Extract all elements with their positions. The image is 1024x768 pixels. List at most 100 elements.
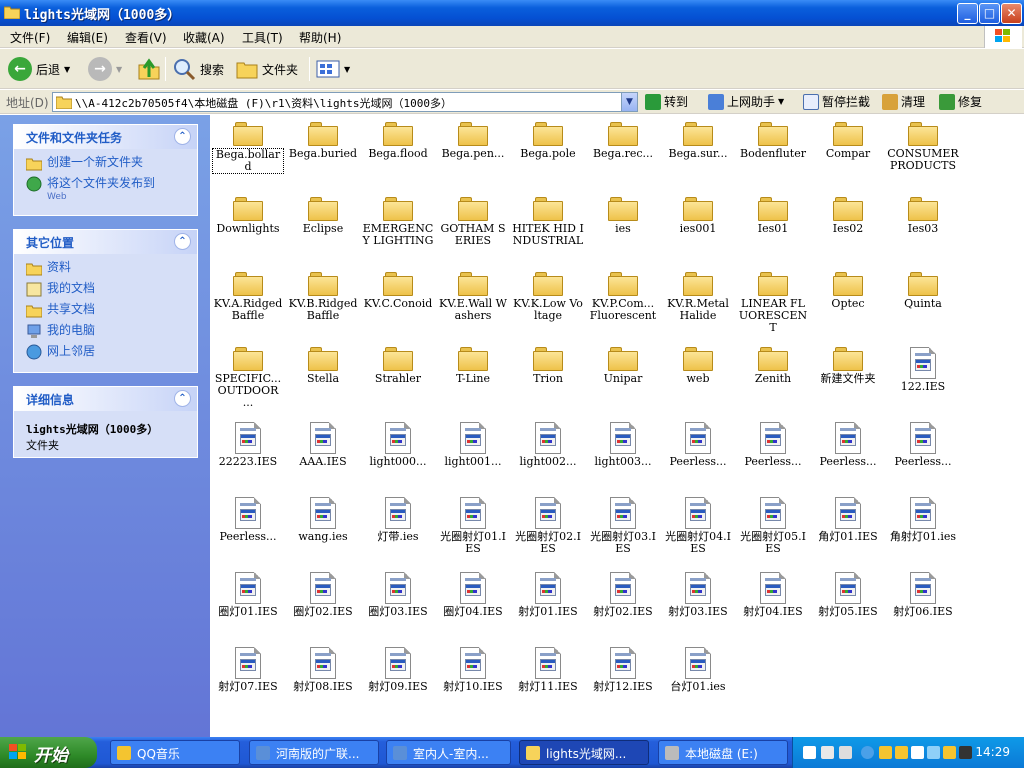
folder-item[interactable]: Bega.sur... xyxy=(662,122,734,160)
ies-file-item[interactable]: 射灯04.IES xyxy=(737,572,809,618)
other-places-header[interactable]: 其它位置 ⌃ xyxy=(14,230,197,254)
address-input[interactable]: \\A-412c2b70505f4\本地磁盘 (F)\r1\资料\lights光… xyxy=(52,92,638,112)
place-my-computer[interactable]: 我的电脑 xyxy=(26,323,189,339)
qq-icon-2[interactable] xyxy=(895,746,908,759)
ies-file-item[interactable]: 射灯09.IES xyxy=(362,647,434,693)
folder-item[interactable]: Downlights xyxy=(212,197,284,235)
taskbar-button[interactable]: lights光域网... xyxy=(519,740,649,765)
folder-item[interactable]: CONSUMER PRODUCTS xyxy=(887,122,959,172)
ies-file-item[interactable]: wang.ies xyxy=(287,497,359,543)
ies-file-item[interactable]: 灯带.ies xyxy=(362,497,434,543)
ies-file-item[interactable]: 角灯01.IES xyxy=(812,497,884,543)
menu-tools[interactable]: 工具(T) xyxy=(242,29,283,46)
folder-item[interactable]: Bega.bollard xyxy=(212,122,284,174)
folder-item[interactable]: KV.A.Ridged Baffle xyxy=(212,272,284,322)
ies-file-item[interactable]: light003... xyxy=(587,422,659,468)
ies-file-item[interactable]: 射灯03.IES xyxy=(662,572,734,618)
ies-file-item[interactable]: light000... xyxy=(362,422,434,468)
folder-item[interactable]: SPECIFIC... OUTDOOR ... xyxy=(212,347,284,409)
folder-item[interactable]: Ies01 xyxy=(737,197,809,235)
ies-file-item[interactable]: 角射灯01.ies xyxy=(887,497,959,543)
ies-file-item[interactable]: Peerless... xyxy=(212,497,284,543)
taskbar-button[interactable]: 河南版的广联... xyxy=(249,740,379,765)
views-button[interactable]: ▼ xyxy=(316,55,350,83)
new-folder-link[interactable]: 创建一个新文件夹 xyxy=(26,155,189,171)
keyboard-icon[interactable] xyxy=(803,746,816,759)
ies-file-item[interactable]: 射灯11.IES xyxy=(512,647,584,693)
folder-item[interactable]: KV.C.Conoid xyxy=(362,272,434,310)
ies-file-item[interactable]: 射灯10.IES xyxy=(437,647,509,693)
repair-button[interactable]: 修复 xyxy=(939,93,982,110)
folder-item[interactable]: ies001 xyxy=(662,197,734,235)
folder-item[interactable]: web xyxy=(662,347,734,385)
place-network[interactable]: 网上邻居 xyxy=(26,344,189,360)
folder-item[interactable]: HITEK HID INDUSTRIAL xyxy=(512,197,584,247)
folder-item[interactable]: Bega.rec... xyxy=(587,122,659,160)
menu-file[interactable]: 文件(F) xyxy=(10,29,50,46)
internet-helper-button[interactable]: 上网助手 ▼ xyxy=(708,93,784,110)
ies-file-item[interactable]: 圈灯01.IES xyxy=(212,572,284,618)
ies-file-item[interactable]: 射灯07.IES xyxy=(212,647,284,693)
back-button[interactable]: ← 后退 ▼ xyxy=(8,55,70,83)
folder-item[interactable]: 新建文件夹 xyxy=(812,347,884,385)
folder-item[interactable]: KV.B.Ridged Baffle xyxy=(287,272,359,322)
menu-favorites[interactable]: 收藏(A) xyxy=(183,29,225,46)
collapse-icon[interactable]: ⌃ xyxy=(174,128,191,145)
ies-file-item[interactable]: AAA.IES xyxy=(287,422,359,468)
file-tasks-header[interactable]: 文件和文件夹任务 ⌃ xyxy=(14,125,197,149)
ies-file-item[interactable]: 台灯01.ies xyxy=(662,647,734,693)
folder-item[interactable]: Ies02 xyxy=(812,197,884,235)
folder-item[interactable]: Optec xyxy=(812,272,884,310)
close-button[interactable]: ✕ xyxy=(1001,3,1022,24)
folder-item[interactable]: Quinta xyxy=(887,272,959,310)
go-button[interactable]: 转到 xyxy=(645,93,688,110)
menu-view[interactable]: 查看(V) xyxy=(125,29,167,46)
folder-item[interactable]: Unipar xyxy=(587,347,659,385)
ies-file-item[interactable]: 光圈射灯02.IES xyxy=(512,497,584,555)
ies-file-item[interactable]: Peerless... xyxy=(887,422,959,468)
forward-button[interactable]: → ▼ xyxy=(88,55,122,83)
folder-item[interactable]: Stella xyxy=(287,347,359,385)
ies-file-item[interactable]: Peerless... xyxy=(737,422,809,468)
folder-item[interactable]: Eclipse xyxy=(287,197,359,235)
ies-file-item[interactable]: 光圈射灯01.IES xyxy=(437,497,509,555)
ies-file-item[interactable]: 射灯06.IES xyxy=(887,572,959,618)
ies-file-item[interactable]: Peerless... xyxy=(662,422,734,468)
publish-web-link[interactable]: 将这个文件夹发布到 Web xyxy=(26,176,189,204)
folder-item[interactable]: KV.P.Com... Fluorescent xyxy=(587,272,659,322)
ies-file-item[interactable]: light001... xyxy=(437,422,509,468)
folder-item[interactable]: KV.R.Metal Halide xyxy=(662,272,734,322)
place-my-documents[interactable]: 我的文档 xyxy=(26,281,189,297)
folder-item[interactable]: GOTHAM SERIES xyxy=(437,197,509,247)
folder-item[interactable]: Bodenfluter xyxy=(737,122,809,160)
ies-file-item[interactable]: 射灯02.IES xyxy=(587,572,659,618)
details-header[interactable]: 详细信息 ⌃ xyxy=(14,387,197,411)
folder-item[interactable]: ies xyxy=(587,197,659,235)
ies-file-item[interactable]: 光圈射灯03.IES xyxy=(587,497,659,555)
folder-item[interactable]: Ies03 xyxy=(887,197,959,235)
up-folder-button[interactable] xyxy=(137,55,161,83)
taskbar-button[interactable]: QQ音乐 xyxy=(110,740,240,765)
folder-item[interactable]: Zenith xyxy=(737,347,809,385)
folders-button[interactable]: 文件夹 xyxy=(236,55,298,83)
ies-file-item[interactable]: 射灯01.IES xyxy=(512,572,584,618)
messenger-icon[interactable] xyxy=(943,746,956,759)
place-ziliao[interactable]: 资料 xyxy=(26,260,189,276)
ies-file-item[interactable]: 光圈射灯05.IES xyxy=(737,497,809,555)
antivirus-icon[interactable] xyxy=(927,746,940,759)
network-tray-icon[interactable] xyxy=(911,746,924,759)
ies-file-item[interactable]: Peerless... xyxy=(812,422,884,468)
clean-button[interactable]: 清理 xyxy=(882,93,925,110)
menu-edit[interactable]: 编辑(E) xyxy=(67,29,108,46)
folder-item[interactable]: LINEAR FLUORESCENT xyxy=(737,272,809,334)
folder-item[interactable]: EMERGENCY LIGHTING xyxy=(362,197,434,247)
folder-item[interactable]: KV.E.Wall Washers xyxy=(437,272,509,322)
collapse-icon[interactable]: ⌃ xyxy=(174,233,191,250)
taskbar-button[interactable]: 本地磁盘 (E:) xyxy=(658,740,788,765)
ies-file-item[interactable]: 圈灯04.IES xyxy=(437,572,509,618)
folder-item[interactable]: KV.K.Low Voltage xyxy=(512,272,584,322)
ies-file-item[interactable]: 射灯05.IES xyxy=(812,572,884,618)
folder-item[interactable]: T-Line xyxy=(437,347,509,385)
ies-file-item[interactable]: light002... xyxy=(512,422,584,468)
ies-file-item[interactable]: 22223.IES xyxy=(212,422,284,468)
